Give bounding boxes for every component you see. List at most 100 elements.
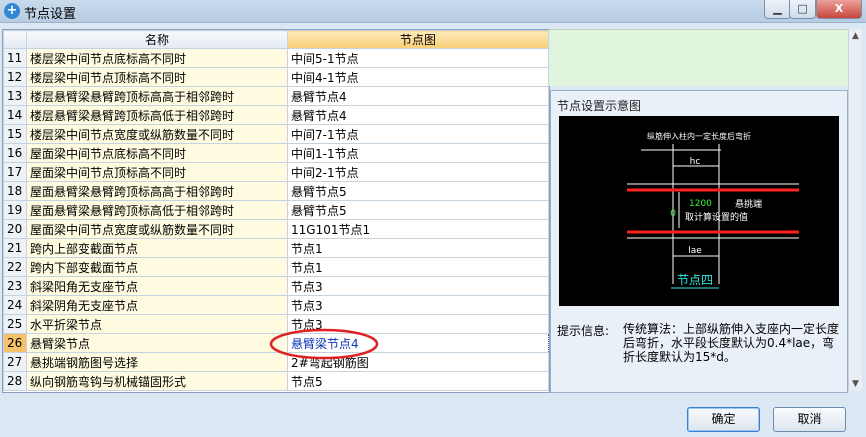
- table-row[interactable]: 13 楼层悬臂梁悬臂跨顶标高高于相邻跨时 悬臂节点4: [3, 86, 549, 106]
- node-diagram-value: 中间5-1节点: [291, 51, 359, 66]
- node-diagram: 纵筋伸入柱内一定长度后弯折 hc 0 1200 悬挑端 取计算设置的值 lae: [627, 131, 799, 289]
- name-column-header[interactable]: 名称: [26, 30, 288, 49]
- row-number[interactable]: 24: [3, 295, 27, 315]
- table-header-row: 名称 节点图: [3, 30, 549, 49]
- calc-setting-label: 取计算设置的值: [685, 211, 748, 223]
- row-number[interactable]: 25: [3, 314, 27, 334]
- setting-name-cell[interactable]: 屋面梁中间节点顶标高不同时: [26, 162, 288, 182]
- diagram-node-title: 节点四: [677, 273, 713, 287]
- close-button[interactable]: X: [816, 0, 862, 19]
- annotation-circle: [269, 328, 379, 360]
- row-number[interactable]: 18: [3, 181, 27, 201]
- row-number[interactable]: 27: [3, 352, 27, 372]
- setting-name-cell[interactable]: 纵向钢筋弯钩与机械锚固形式: [26, 371, 288, 391]
- row-number[interactable]: 22: [3, 257, 27, 277]
- minimize-button[interactable]: ▁: [764, 0, 791, 19]
- table-row[interactable]: 24 斜梁阴角无支座节点 节点3: [3, 295, 549, 315]
- table-row[interactable]: 19 屋面悬臂梁悬臂跨顶标高低于相邻跨时 悬臂节点5: [3, 200, 549, 220]
- row-number[interactable]: 28: [3, 371, 27, 391]
- row-number[interactable]: 11: [3, 48, 27, 68]
- node-diagram-cell[interactable]: 节点3: [287, 276, 549, 296]
- setting-name-cell[interactable]: 斜梁阳角无支座节点: [26, 276, 288, 296]
- row-number[interactable]: 12: [3, 67, 27, 87]
- maximize-button[interactable]: □: [789, 0, 816, 19]
- row-number-header: [3, 30, 27, 49]
- row-number[interactable]: 20: [3, 219, 27, 239]
- table-row[interactable]: 28 纵向钢筋弯钩与机械锚固形式 节点5: [3, 371, 549, 391]
- setting-name-cell[interactable]: 屋面梁中间节点宽度或纵筋数量不同时: [26, 219, 288, 239]
- table-row[interactable]: 18 屋面悬臂梁悬臂跨顶标高高于相邻跨时 悬臂节点5: [3, 181, 549, 201]
- setting-name-cell[interactable]: 跨内上部变截面节点: [26, 238, 288, 258]
- setting-name-cell[interactable]: 跨内下部变截面节点: [26, 257, 288, 277]
- node-diagram-value: 悬臂节点4: [291, 89, 347, 104]
- node-diagram-value: 悬臂节点5: [291, 184, 347, 199]
- node-diagram-cell[interactable]: 悬臂节点4: [287, 86, 549, 106]
- table-row[interactable]: 20 屋面梁中间节点宽度或纵筋数量不同时 11G101节点1: [3, 219, 549, 239]
- node-diagram-column-header[interactable]: 节点图: [287, 30, 549, 49]
- window-title: 节点设置: [24, 7, 77, 22]
- node-diagram-cell[interactable]: 11G101节点1: [287, 219, 549, 239]
- node-diagram-value: 节点3: [291, 279, 323, 294]
- table-row[interactable]: 16 屋面梁中间节点底标高不同时 中间1-1节点: [3, 143, 549, 163]
- setting-name-cell[interactable]: 悬挑端钢筋图号选择: [26, 352, 288, 372]
- title-bar: + 节点设置 ▁ □ X: [0, 0, 866, 23]
- zero-label: 0: [670, 209, 676, 219]
- node-diagram-cell[interactable]: 中间2-1节点: [287, 162, 549, 182]
- setting-name-cell[interactable]: 楼层梁中间节点底标高不同时: [26, 48, 288, 68]
- node-diagram-cell[interactable]: 节点1: [287, 257, 549, 277]
- node-diagram-value: 11G101节点1: [291, 222, 371, 237]
- node-diagram-cell[interactable]: 节点3: [287, 295, 549, 315]
- node-diagram-value: 节点3: [291, 298, 323, 313]
- row-number[interactable]: 23: [3, 276, 27, 296]
- table-row[interactable]: 15 楼层梁中间节点宽度或纵筋数量不同时 中间7-1节点: [3, 124, 549, 144]
- table-row[interactable]: 21 跨内上部变截面节点 节点1: [3, 238, 549, 258]
- setting-name-cell[interactable]: 屋面梁中间节点底标高不同时: [26, 143, 288, 163]
- row-number[interactable]: 26: [3, 333, 27, 353]
- node-diagram-cell[interactable]: 中间1-1节点: [287, 143, 549, 163]
- table-row[interactable]: 22 跨内下部变截面节点 节点1: [3, 257, 549, 277]
- table-row[interactable]: 14 楼层悬臂梁悬臂跨顶标高低于相邻跨时 悬臂节点4: [3, 105, 549, 125]
- setting-name-cell[interactable]: 楼层梁中间节点顶标高不同时: [26, 67, 288, 87]
- node-diagram-cell[interactable]: 中间7-1节点: [287, 124, 549, 144]
- node-diagram-cell[interactable]: 节点1: [287, 238, 549, 258]
- node-diagram-value: 悬臂节点5: [291, 203, 347, 218]
- setting-name-cell[interactable]: 水平折梁节点: [26, 314, 288, 334]
- node-diagram-value: 悬臂节点4: [291, 108, 347, 123]
- setting-name-cell[interactable]: 楼层梁中间节点宽度或纵筋数量不同时: [26, 124, 288, 144]
- scroll-down-icon[interactable]: ▼: [849, 377, 862, 391]
- diagram-panel: 节点设置示意图 纵筋伸入柱内一定长度后弯折 hc 0 1200 悬挑端 取计算设…: [550, 90, 848, 393]
- node-diagram-cell[interactable]: 中间5-1节点: [287, 48, 549, 68]
- table-row[interactable]: 23 斜梁阳角无支座节点 节点3: [3, 276, 549, 296]
- empty-area: [549, 29, 862, 86]
- row-number[interactable]: 14: [3, 105, 27, 125]
- cancel-button[interactable]: 取消: [773, 407, 846, 432]
- setting-name-cell[interactable]: 斜梁阴角无支座节点: [26, 295, 288, 315]
- row-number[interactable]: 19: [3, 200, 27, 220]
- setting-name-cell[interactable]: 悬臂梁节点: [26, 333, 288, 353]
- cantilever-label: 悬挑端: [735, 198, 762, 210]
- ok-button[interactable]: 确定: [687, 407, 760, 432]
- row-number[interactable]: 17: [3, 162, 27, 182]
- row-number[interactable]: 16: [3, 143, 27, 163]
- node-diagram-cell[interactable]: 悬臂节点4: [287, 105, 549, 125]
- setting-name-cell[interactable]: 屋面悬臂梁悬臂跨顶标高低于相邻跨时: [26, 200, 288, 220]
- node-diagram-value: 中间1-1节点: [291, 146, 359, 161]
- scroll-up-icon[interactable]: ▲: [849, 29, 862, 43]
- setting-name-cell[interactable]: 屋面悬臂梁悬臂跨顶标高高于相邻跨时: [26, 181, 288, 201]
- value-1200-label: 1200: [689, 199, 712, 209]
- vertical-scrollbar[interactable]: ▲ ▼: [848, 29, 862, 391]
- node-diagram-cell[interactable]: 悬臂节点5: [287, 181, 549, 201]
- node-diagram-cell[interactable]: 节点5: [287, 371, 549, 391]
- node-diagram-cell[interactable]: 中间4-1节点: [287, 67, 549, 87]
- row-number[interactable]: 13: [3, 86, 27, 106]
- info-label: 提示信息:: [557, 324, 610, 338]
- setting-name-cell[interactable]: 楼层悬臂梁悬臂跨顶标高低于相邻跨时: [26, 105, 288, 125]
- table-row[interactable]: 17 屋面梁中间节点顶标高不同时 中间2-1节点: [3, 162, 549, 182]
- node-diagram-cell[interactable]: 悬臂节点5: [287, 200, 549, 220]
- lae-label: lae: [688, 246, 702, 256]
- row-number[interactable]: 15: [3, 124, 27, 144]
- row-number[interactable]: 21: [3, 238, 27, 258]
- table-row[interactable]: 11 楼层梁中间节点底标高不同时 中间5-1节点: [3, 48, 549, 68]
- table-row[interactable]: 12 楼层梁中间节点顶标高不同时 中间4-1节点: [3, 67, 549, 87]
- setting-name-cell[interactable]: 楼层悬臂梁悬臂跨顶标高高于相邻跨时: [26, 86, 288, 106]
